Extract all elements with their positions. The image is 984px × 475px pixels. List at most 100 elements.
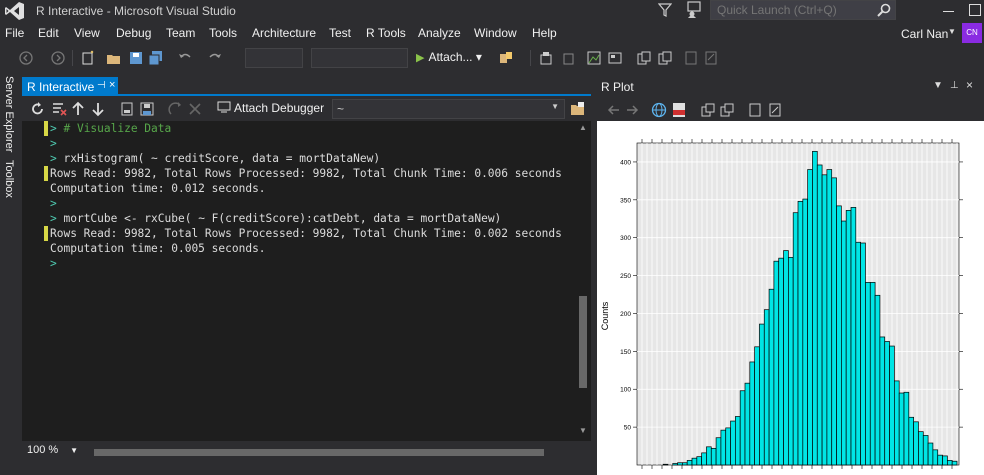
histogram-bar [754, 346, 760, 466]
copy-metafile-icon[interactable] [719, 102, 735, 118]
back-icon[interactable] [18, 50, 34, 66]
menu-tools[interactable]: Tools [209, 26, 237, 40]
copy-plot-icon[interactable] [700, 102, 716, 118]
browser-link-icon[interactable] [498, 50, 514, 66]
scroll-thumb[interactable] [579, 296, 587, 388]
histogram-bar [802, 198, 808, 466]
remove-plot-icon[interactable] [747, 102, 763, 118]
y-tick-label: 250 [620, 273, 631, 280]
paste-icon[interactable] [657, 50, 673, 66]
tab-server-explorer[interactable]: Server Explorer [3, 76, 15, 152]
copy-icon[interactable] [636, 50, 652, 66]
pin-icon[interactable]: ⊣ [97, 80, 106, 91]
histogram-bar [850, 207, 857, 466]
next-plot-icon[interactable] [624, 102, 640, 118]
menu-view[interactable]: View [74, 26, 100, 40]
y-tick-label: 300 [620, 235, 631, 242]
histogram-bar [725, 427, 731, 466]
histogram-bar [898, 392, 905, 466]
attach-button[interactable]: ▶ Attach... ▾ [416, 50, 482, 64]
clear-plots-icon[interactable] [767, 102, 783, 118]
save-icon[interactable] [128, 50, 144, 66]
comment-icon[interactable] [683, 50, 699, 66]
reset-icon[interactable] [30, 101, 46, 117]
visual-studio-logo [5, 2, 24, 20]
feedback-icon[interactable] [686, 1, 702, 19]
open-folder-icon[interactable] [570, 101, 586, 117]
save-all-icon[interactable] [148, 50, 164, 66]
step-icon[interactable] [560, 50, 576, 66]
pin-icon[interactable]: ⊥ [950, 80, 959, 91]
histogram-bar [715, 437, 722, 466]
globe-icon[interactable] [651, 102, 667, 118]
menu-analyze[interactable]: Analyze [418, 26, 461, 40]
vertical-scrollbar[interactable]: ▲ ▼ [574, 121, 591, 441]
history-up-icon[interactable] [70, 101, 86, 117]
maximize-button[interactable] [963, 0, 984, 20]
forward-icon[interactable] [50, 50, 66, 66]
attach-debugger-button[interactable]: Attach Debugger [217, 101, 324, 115]
interrupt-icon[interactable] [168, 101, 184, 117]
menu-test[interactable]: Test [329, 26, 351, 40]
histogram-bar [836, 205, 842, 466]
change-indicator [44, 166, 48, 181]
zoom-value: 100 % [27, 444, 59, 456]
console-text: # Visualize Data [56, 122, 172, 135]
y-axis-label: Counts [600, 301, 610, 330]
menu-edit[interactable]: Edit [38, 26, 59, 40]
window-title: R Interactive - Microsoft Visual Studio [36, 4, 236, 18]
chevron-down-icon[interactable]: ▼ [933, 80, 943, 91]
histogram-bar [797, 200, 804, 466]
load-workspace-icon[interactable] [119, 101, 135, 117]
quick-launch-box[interactable] [710, 0, 896, 20]
solution-platform-select[interactable] [311, 48, 408, 68]
menu-r-tools[interactable]: R Tools [366, 26, 406, 40]
menu-window[interactable]: Window [474, 26, 517, 40]
scroll-up-icon[interactable]: ▲ [579, 123, 587, 132]
prompt-symbol: > [50, 122, 57, 135]
open-file-icon[interactable] [106, 50, 122, 66]
close-icon[interactable]: × [966, 78, 973, 92]
working-directory-select[interactable]: ~ ▼ [332, 99, 565, 119]
redo-icon[interactable] [207, 50, 223, 66]
chevron-down-icon[interactable]: ▼ [948, 27, 956, 36]
r-console-editor[interactable]: > # Visualize Data > > rxHistogram( ~ cred… [22, 121, 591, 441]
menu-architecture[interactable]: Architecture [252, 26, 316, 40]
r-plot-header: R Plot ▼ ⊥ × [597, 77, 984, 97]
user-name[interactable]: Carl Nan [901, 27, 948, 41]
diagram-icon[interactable] [586, 50, 602, 66]
menu-debug[interactable]: Debug [116, 26, 151, 40]
zoom-select[interactable]: 100 % ▼ [24, 444, 82, 460]
history-down-icon[interactable] [90, 101, 106, 117]
avatar[interactable]: CN [962, 23, 982, 43]
tab-r-interactive[interactable]: R Interactive ⊣ × [22, 77, 118, 96]
search-icon[interactable] [877, 3, 891, 17]
tab-toolbox[interactable]: Toolbox [3, 160, 15, 198]
menu-help[interactable]: Help [532, 26, 557, 40]
undo-icon[interactable] [177, 50, 193, 66]
histogram-bar [932, 449, 939, 466]
menu-team[interactable]: Team [166, 26, 195, 40]
title-bar: R Interactive - Microsoft Visual Studio [0, 0, 984, 22]
histogram-bar [826, 169, 833, 466]
quick-launch-input[interactable] [711, 1, 871, 19]
previous-plot-icon[interactable] [606, 102, 622, 118]
new-project-icon[interactable] [80, 50, 96, 66]
breakpoint-icon[interactable] [538, 50, 554, 66]
save-workspace-icon[interactable] [139, 101, 155, 117]
stop-icon[interactable] [187, 101, 203, 117]
menu-file[interactable]: File [5, 26, 24, 40]
uncomment-icon[interactable] [703, 50, 719, 66]
histogram-bar [677, 462, 683, 466]
scroll-thumb[interactable] [94, 449, 544, 456]
histogram-bar [735, 416, 741, 466]
layout-icon[interactable] [607, 50, 623, 66]
pdf-icon[interactable] [671, 102, 687, 118]
close-icon[interactable]: × [109, 79, 115, 91]
clear-icon[interactable] [51, 101, 67, 117]
minimize-button[interactable] [935, 0, 963, 20]
scroll-down-icon[interactable]: ▼ [579, 426, 587, 435]
horizontal-scrollbar[interactable] [84, 446, 591, 458]
filter-icon[interactable] [658, 2, 672, 18]
solution-config-select[interactable] [245, 48, 303, 68]
